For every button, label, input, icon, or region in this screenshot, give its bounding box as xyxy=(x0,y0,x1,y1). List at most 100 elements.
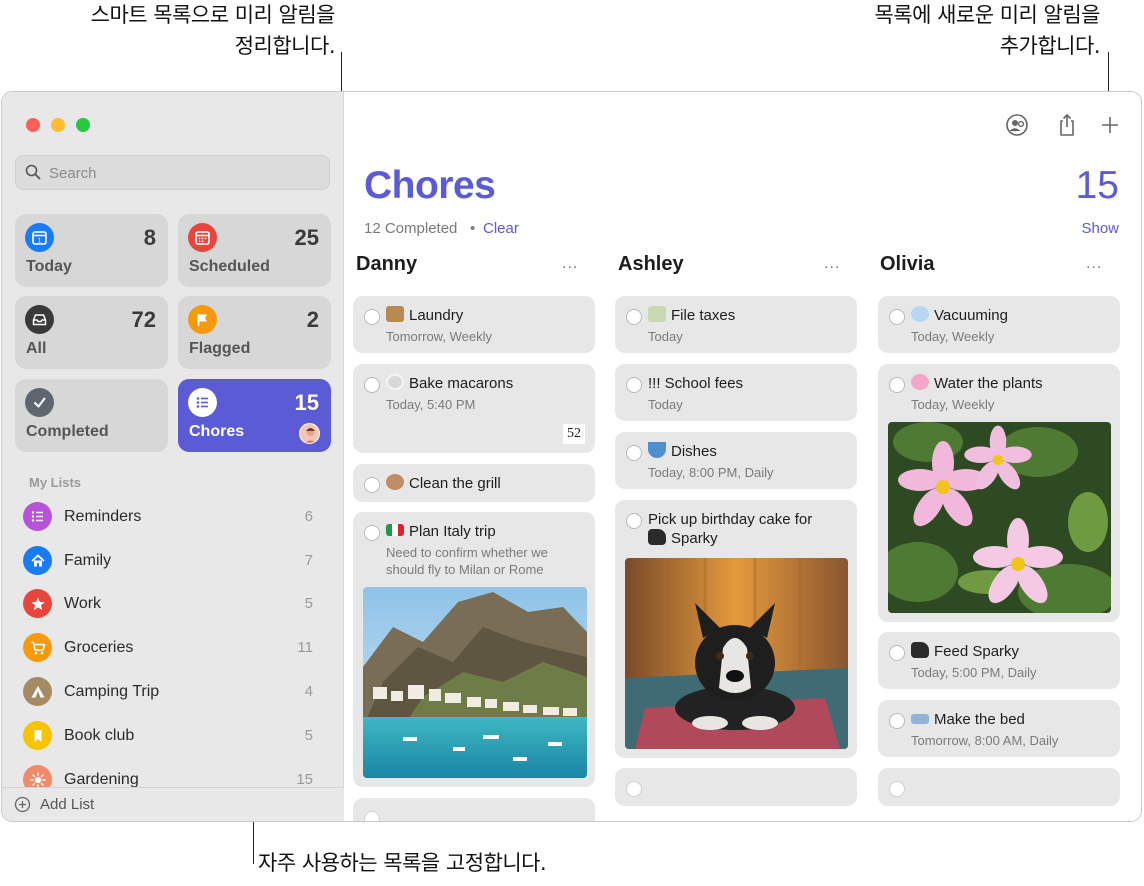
pinned-list-chores[interactable]: 15 Chores xyxy=(178,379,331,452)
reminder-title-text: Plan Italy trip xyxy=(409,523,496,540)
callout-pin-lists: 자주 사용하는 목록을 고정합니다. xyxy=(258,851,547,875)
list-item-book-club[interactable]: Book club 5 xyxy=(23,719,315,753)
list-item-family[interactable]: Family 7 xyxy=(23,544,315,578)
reminder-make-bed[interactable]: Make the bed Tomorrow, 8:00 AM, Daily xyxy=(878,700,1120,757)
complete-checkbox[interactable] xyxy=(364,811,380,821)
plate-icon xyxy=(386,374,404,390)
complete-checkbox[interactable] xyxy=(364,525,380,541)
complete-checkbox[interactable] xyxy=(889,713,905,729)
complete-checkbox[interactable] xyxy=(364,377,380,393)
plus-circle-icon xyxy=(14,796,31,813)
complete-checkbox[interactable] xyxy=(626,309,642,325)
reminder-dishes[interactable]: Dishes Today, 8:00 PM, Daily xyxy=(615,432,857,489)
column-more-button-danny[interactable]: ... xyxy=(562,255,578,273)
reminder-file-taxes[interactable]: File taxes Today xyxy=(615,296,857,353)
bookmark-icon xyxy=(23,721,52,750)
reminder-due: Tomorrow, 8:00 AM, Daily xyxy=(911,733,1059,748)
smart-list-all[interactable]: 72 All xyxy=(15,296,168,369)
column-more-button-olivia[interactable]: ... xyxy=(1086,255,1102,273)
complete-checkbox[interactable] xyxy=(364,309,380,325)
complete-checkbox[interactable] xyxy=(626,445,642,461)
callout-smart-lists-line1: 스마트 목록으로 미리 알림을 xyxy=(90,3,336,27)
reminder-water-plants[interactable]: Water the plants Today, Weekly xyxy=(878,364,1120,622)
list-item-work[interactable]: Work 5 xyxy=(23,587,315,621)
new-reminder-ashley[interactable] xyxy=(615,768,857,806)
reminder-due: Today, 5:40 PM xyxy=(386,397,476,412)
complete-checkbox[interactable] xyxy=(889,781,905,797)
complete-checkbox[interactable] xyxy=(364,477,380,493)
reminder-due: Today, 8:00 PM, Daily xyxy=(648,465,774,480)
today-count: 8 xyxy=(143,225,156,250)
zoom-window-button[interactable] xyxy=(76,118,90,132)
list-item-groceries[interactable]: Groceries 11 xyxy=(23,631,315,665)
reminder-title-text: Sparky xyxy=(671,530,718,547)
reminders-window: Search 1 8 Today 25 Scheduled 72 All 2 F… xyxy=(1,91,1142,822)
complete-checkbox[interactable] xyxy=(889,309,905,325)
scheduled-count: 25 xyxy=(294,225,319,250)
basket-icon xyxy=(386,306,404,322)
reminder-title-text: Water the plants xyxy=(934,375,1043,392)
list-bullet-icon xyxy=(23,502,52,531)
smart-list-scheduled[interactable]: 25 Scheduled xyxy=(178,214,331,287)
reminder-laundry[interactable]: Laundry Tomorrow, Weekly xyxy=(353,296,595,353)
column-header-ashley: Ashley xyxy=(618,253,684,275)
my-lists-header: My Lists xyxy=(29,475,82,490)
clear-completed-button[interactable]: Clear xyxy=(483,220,519,237)
add-reminder-icon[interactable] xyxy=(1097,112,1123,138)
reminder-clean-grill[interactable]: Clean the grill xyxy=(353,464,595,502)
minimize-window-button[interactable] xyxy=(51,118,65,132)
all-label: All xyxy=(26,340,47,357)
list-name: Family xyxy=(64,552,112,569)
smart-list-flagged[interactable]: 2 Flagged xyxy=(178,296,331,369)
share-icon[interactable] xyxy=(1054,112,1080,138)
cart-icon xyxy=(23,633,52,662)
calendar-badge: 52 xyxy=(563,424,585,444)
dog-icon xyxy=(648,529,666,545)
reminder-school-fees[interactable]: !!! School fees Today xyxy=(615,364,857,421)
add-list-button[interactable]: Add List xyxy=(2,787,344,821)
reminder-title: Plan Italy trip xyxy=(386,522,586,541)
column-more-button-ashley[interactable]: ... xyxy=(824,255,840,273)
reminder-vacuuming[interactable]: Vacuuming Today, Weekly xyxy=(878,296,1120,353)
share-people-icon[interactable] xyxy=(1004,112,1030,138)
chores-label: Chores xyxy=(189,423,245,440)
chores-count: 15 xyxy=(294,390,319,415)
reminder-title-text: Feed Sparky xyxy=(934,643,1020,660)
close-window-button[interactable] xyxy=(26,118,40,132)
complete-checkbox[interactable] xyxy=(626,781,642,797)
reminder-birthday-cake[interactable]: Pick up birthday cake for Sparky xyxy=(615,500,857,758)
list-count: 7 xyxy=(304,552,313,569)
search-field[interactable]: Search xyxy=(15,155,330,190)
smart-list-today[interactable]: 1 8 Today xyxy=(15,214,168,287)
complete-checkbox[interactable] xyxy=(889,645,905,661)
flagged-count: 2 xyxy=(306,307,319,332)
list-count: 4 xyxy=(304,683,313,700)
main-content: Chores 15 12 Completed • Clear Show Dann… xyxy=(344,92,1141,821)
list-item-reminders[interactable]: Reminders 6 xyxy=(23,500,315,534)
list-item-camping-trip[interactable]: Camping Trip 4 xyxy=(23,675,315,709)
tent-icon xyxy=(23,677,52,706)
show-completed-button[interactable]: Show xyxy=(1081,220,1119,237)
complete-checkbox[interactable] xyxy=(889,377,905,393)
callout-add-reminder: 목록에 새로운 미리 알림을 추가합니다. xyxy=(780,0,1100,62)
smart-list-completed[interactable]: Completed xyxy=(15,379,168,452)
dog-photo xyxy=(625,558,848,749)
new-reminder-olivia[interactable] xyxy=(878,768,1120,806)
reminder-feed-sparky[interactable]: Feed Sparky Today, 5:00 PM, Daily xyxy=(878,632,1120,689)
list-count: 11 xyxy=(297,639,313,656)
reminder-plan-italy-trip[interactable]: Plan Italy trip Need to confirm whether … xyxy=(353,512,595,787)
complete-checkbox[interactable] xyxy=(626,513,642,529)
complete-checkbox[interactable] xyxy=(626,377,642,393)
reminder-title-line1: Pick up birthday cake for xyxy=(648,511,813,528)
list-name: Book club xyxy=(64,727,135,744)
checkmark-icon xyxy=(25,388,54,417)
flagged-label: Flagged xyxy=(189,340,251,357)
reminder-bake-macarons[interactable]: Bake macarons Today, 5:40 PM 52 xyxy=(353,364,595,453)
reminder-title-text: Dishes xyxy=(671,443,717,460)
reminder-due: Today xyxy=(648,329,683,344)
new-reminder-danny[interactable] xyxy=(353,798,595,821)
reminder-title-text: Laundry xyxy=(409,307,464,324)
reminder-title: File taxes xyxy=(648,306,848,325)
callout-add-reminder-line1: 목록에 새로운 미리 알림을 xyxy=(874,3,1100,27)
house-icon xyxy=(23,546,52,575)
